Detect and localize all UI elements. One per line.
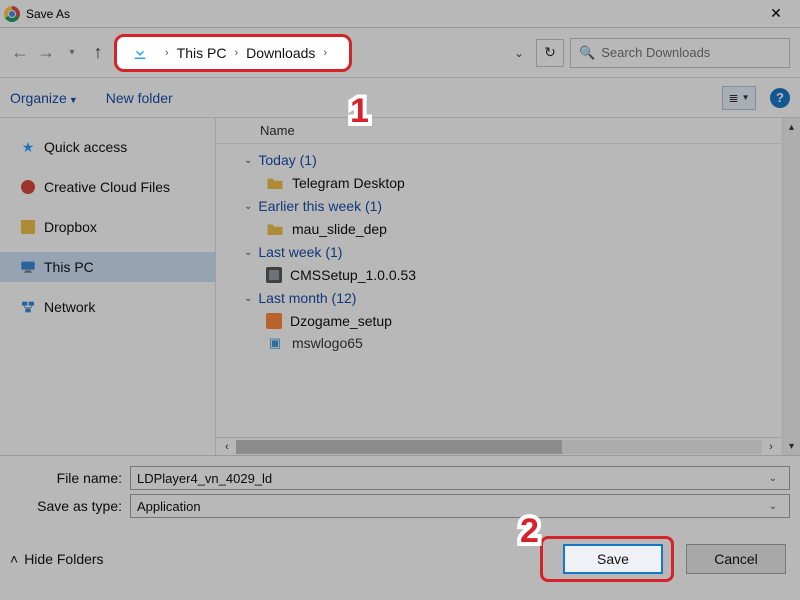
- chevron-down-icon[interactable]: ⌄: [763, 473, 783, 484]
- application-icon: ▣: [266, 335, 284, 351]
- scroll-right-icon[interactable]: ›: [762, 441, 780, 453]
- file-pane: Name ⌄ Today (1) Telegram Desktop ⌄ Earl…: [216, 118, 782, 455]
- footer: ˄ Hide Folders Save Cancel: [0, 526, 800, 600]
- list-item[interactable]: Dzogame_setup: [216, 310, 782, 332]
- chevron-down-icon: ⌄: [244, 201, 252, 212]
- folder-icon: [266, 175, 284, 191]
- horizontal-scrollbar[interactable]: ‹ ›: [216, 437, 782, 455]
- star-icon: ★: [20, 139, 36, 155]
- group-header[interactable]: ⌄ Today (1): [216, 148, 782, 172]
- save-as-dialog: Save As ✕ ← → ▾ ↑ › This PC › Downloads …: [0, 0, 800, 600]
- refresh-button[interactable]: ↻: [536, 39, 564, 67]
- breadcrumb-seg-0[interactable]: This PC: [177, 45, 227, 61]
- organize-menu[interactable]: Organize▼: [10, 90, 78, 106]
- save-button[interactable]: Save: [563, 544, 663, 574]
- breadcrumb[interactable]: › This PC › Downloads ›: [114, 34, 352, 72]
- save-type-row: Save as type: Application ⌄: [10, 494, 790, 518]
- search-placeholder: Search Downloads: [601, 45, 710, 60]
- downloads-icon: [131, 44, 149, 62]
- toolbar: Organize▼ New folder ≣ ▼ ?: [0, 78, 800, 118]
- scroll-left-icon[interactable]: ‹: [218, 441, 236, 453]
- path-dropdown[interactable]: ⌄: [508, 46, 530, 60]
- dropbox-icon: [20, 219, 36, 235]
- bottom-panel: File name: LDPlayer4_vn_4029_ld ⌄ Save a…: [0, 455, 800, 526]
- breadcrumb-seg-1[interactable]: Downloads: [246, 45, 315, 61]
- chevron-right-icon: ›: [323, 47, 327, 59]
- file-name-field[interactable]: LDPlayer4_vn_4029_ld ⌄: [130, 466, 790, 490]
- save-highlight: Save: [540, 536, 674, 582]
- sidebar-item-this-pc[interactable]: This PC: [0, 252, 215, 282]
- sidebar-item-creative-cloud[interactable]: Creative Cloud Files: [0, 172, 215, 202]
- file-list: ⌄ Today (1) Telegram Desktop ⌄ Earlier t…: [216, 144, 782, 437]
- nav-row: ← → ▾ ↑ › This PC › Downloads › ⌄ ↻ 🔍 Se…: [0, 28, 800, 78]
- scroll-down-icon[interactable]: ▾: [783, 437, 800, 455]
- file-name-label: File name:: [10, 470, 130, 486]
- save-type-label: Save as type:: [10, 498, 130, 514]
- creative-cloud-icon: [20, 179, 36, 195]
- back-button[interactable]: ←: [10, 42, 30, 63]
- network-icon: [20, 299, 36, 315]
- application-icon: [266, 313, 282, 329]
- save-type-field[interactable]: Application ⌄: [130, 494, 790, 518]
- titlebar: Save As ✕: [0, 0, 800, 28]
- group-header[interactable]: ⌄ Last week (1): [216, 240, 782, 264]
- group-header[interactable]: ⌄ Last month (12): [216, 286, 782, 310]
- chevron-down-icon: ▼: [742, 93, 750, 102]
- close-button[interactable]: ✕: [756, 0, 796, 27]
- view-options-button[interactable]: ≣ ▼: [722, 86, 756, 110]
- help-button[interactable]: ?: [770, 88, 790, 108]
- chevron-right-icon: ›: [234, 47, 238, 59]
- list-item[interactable]: CMSSetup_1.0.0.53: [216, 264, 782, 286]
- list-item[interactable]: ▣ mswlogo65: [216, 332, 782, 354]
- search-input[interactable]: 🔍 Search Downloads: [570, 38, 790, 68]
- body: ★ Quick access Creative Cloud Files Drop…: [0, 118, 800, 455]
- chevron-down-icon[interactable]: ⌄: [763, 501, 783, 512]
- list-item[interactable]: mau_slide_dep: [216, 218, 782, 240]
- sidebar: ★ Quick access Creative Cloud Files Drop…: [0, 118, 216, 455]
- list-view-icon: ≣: [729, 91, 739, 105]
- file-name-row: File name: LDPlayer4_vn_4029_ld ⌄: [10, 466, 790, 490]
- chevron-down-icon: ⌄: [244, 155, 252, 166]
- vertical-scrollbar[interactable]: ▴ ▾: [782, 118, 800, 455]
- hide-folders-button[interactable]: ˄ Hide Folders: [10, 551, 104, 567]
- cancel-button[interactable]: Cancel: [686, 544, 786, 574]
- chevron-up-icon: ˄: [10, 551, 18, 567]
- scroll-track[interactable]: [236, 440, 762, 454]
- up-button[interactable]: ↑: [88, 42, 108, 63]
- sidebar-item-network[interactable]: Network: [0, 292, 215, 322]
- sidebar-item-dropbox[interactable]: Dropbox: [0, 212, 215, 242]
- new-folder-button[interactable]: New folder: [106, 90, 173, 106]
- chevron-down-icon: ▼: [69, 95, 78, 105]
- folder-icon: [266, 221, 284, 237]
- chevron-down-icon: ⌄: [244, 293, 252, 304]
- sidebar-item-quick-access[interactable]: ★ Quick access: [0, 132, 215, 162]
- scroll-thumb[interactable]: [236, 440, 562, 454]
- chrome-icon: [4, 6, 20, 22]
- column-header-name[interactable]: Name: [216, 118, 782, 144]
- chevron-right-icon: ›: [165, 47, 169, 59]
- scroll-up-icon[interactable]: ▴: [783, 118, 800, 136]
- forward-button[interactable]: →: [36, 42, 56, 63]
- this-pc-icon: [20, 259, 36, 275]
- window-title: Save As: [26, 7, 70, 21]
- recent-dropdown[interactable]: ▾: [62, 47, 82, 58]
- application-icon: [266, 267, 282, 283]
- search-icon: 🔍: [579, 45, 595, 61]
- list-item[interactable]: Telegram Desktop: [216, 172, 782, 194]
- group-header[interactable]: ⌄ Earlier this week (1): [216, 194, 782, 218]
- chevron-down-icon: ⌄: [244, 247, 252, 258]
